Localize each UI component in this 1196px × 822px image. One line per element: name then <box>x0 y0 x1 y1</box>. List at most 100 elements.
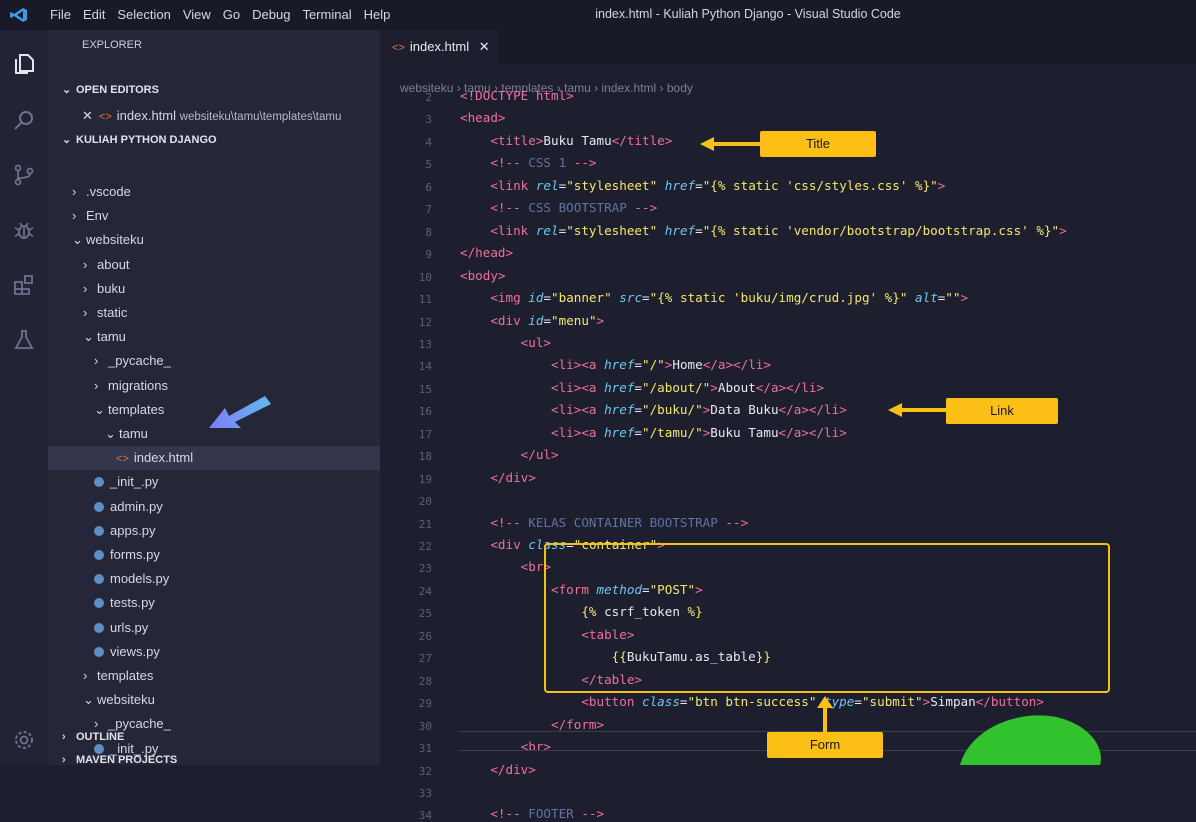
code-token: id <box>528 312 544 328</box>
code-line: <li><a href="/about/">About</a></li> <box>460 380 824 395</box>
code-token: <li><a <box>551 402 605 418</box>
test-flask-icon[interactable] <box>12 328 36 352</box>
code-token: = <box>695 222 703 238</box>
tab-close-icon[interactable]: ✕ <box>479 39 490 54</box>
code-token: "/buku/" <box>642 402 703 418</box>
line-number: 15 <box>418 382 432 396</box>
tree-item-models-py[interactable]: models.py <box>48 567 380 591</box>
breadcrumb-separator: › <box>656 81 667 95</box>
code-token: > <box>710 379 718 395</box>
line-number: 21 <box>418 517 432 531</box>
tree-item-websiteku[interactable]: ⌄ websiteku <box>48 688 380 712</box>
project-section[interactable]: ⌄ KULIAH PYTHON DJANGO <box>48 129 217 151</box>
line-number: 30 <box>418 719 432 733</box>
tab-index-html[interactable]: <> index.html ✕ <box>380 30 498 64</box>
code-token: > <box>1059 222 1067 238</box>
chevron-right-icon: › <box>83 305 88 320</box>
tree-item-label: Env <box>86 208 109 224</box>
chevron-down-icon: ⌄ <box>105 426 116 441</box>
tree-item-label: apps.py <box>110 522 156 538</box>
line-number: 6 <box>425 180 432 194</box>
files-icon[interactable] <box>12 52 36 76</box>
line-number: 19 <box>418 472 432 486</box>
line-number: 22 <box>418 540 432 553</box>
code-token: = <box>854 694 862 710</box>
tree-item-about[interactable]: › about <box>48 253 380 277</box>
breadcrumb-item[interactable]: body <box>667 81 693 95</box>
tree-item-forms-py[interactable]: forms.py <box>48 543 380 567</box>
maven-projects-section[interactable]: › MAVEN PROJECTS <box>48 749 177 771</box>
code-token: </ul> <box>520 447 559 463</box>
breadcrumb-item[interactable]: index.html <box>601 81 656 95</box>
tree-item-tests-py[interactable]: tests.py <box>48 591 380 615</box>
line-number: 31 <box>418 742 432 756</box>
window-title: index.html - Kuliah Python Django - Visu… <box>595 7 901 21</box>
tab-bar: <> index.html ✕ <box>380 30 1196 64</box>
line-number: 4 <box>425 135 432 149</box>
tree-item-label: templates <box>97 668 154 683</box>
link-annotation-label: Link <box>946 398 1058 424</box>
code-token: <img <box>490 290 529 306</box>
code-token: Buku Tamu <box>543 132 612 148</box>
debug-icon[interactable] <box>12 218 36 242</box>
tree-item-apps-py[interactable]: apps.py <box>48 519 380 543</box>
tree-item-admin-py[interactable]: admin.py <box>48 495 380 519</box>
extensions-icon[interactable] <box>12 273 36 297</box>
code-token: href <box>664 177 696 193</box>
code-token: "stylesheet" <box>566 222 658 238</box>
tree-item-buku[interactable]: › buku <box>48 277 380 301</box>
tree-item--init-py[interactable]: _init_.py <box>48 470 380 494</box>
tree-item-env[interactable]: › Env <box>48 204 380 228</box>
tree-item-websiteku[interactable]: ⌄ websiteku <box>48 228 380 252</box>
tree-item-views-py[interactable]: views.py <box>48 640 380 664</box>
code-line: <link rel="stylesheet" href="{% static '… <box>460 178 945 193</box>
code-token: Simpan <box>930 694 976 710</box>
open-editor-item[interactable]: ✕ <> index.html websiteku\tamu\templates\t… <box>48 104 380 128</box>
code-token: <link <box>490 177 536 193</box>
settings-gear-icon[interactable] <box>12 728 36 752</box>
close-icon[interactable]: ✕ <box>82 108 93 123</box>
python-file-icon <box>94 598 104 609</box>
chevron-right-icon: › <box>94 377 99 393</box>
code-token: <!-- <box>490 200 529 216</box>
source-control-icon[interactable] <box>12 163 36 187</box>
tree-item--pycache-[interactable]: › _pycache_ <box>48 349 380 373</box>
tree-item-urls-py[interactable]: urls.py <box>48 616 380 640</box>
line-number: 11 <box>418 293 432 307</box>
tree-item-label: tamu <box>119 426 148 441</box>
line-number: 16 <box>418 405 432 419</box>
html-file-icon: <> <box>116 453 129 466</box>
code-token: = <box>679 694 688 710</box>
code-token: > <box>960 290 969 306</box>
outline-section[interactable]: › OUTLINE <box>48 726 124 748</box>
python-file-icon <box>94 622 104 633</box>
code-token: "/" <box>642 357 665 373</box>
explorer-header: EXPLORER <box>82 39 142 51</box>
open-editors-section[interactable]: ⌄ OPEN EDITORS <box>48 79 159 101</box>
code-token: </div> <box>490 761 536 777</box>
html-file-icon: <> <box>392 42 405 54</box>
code-line: <div id="menu"> <box>460 313 604 328</box>
code-line: <!-- FOOTER --> <box>460 806 604 821</box>
tree-item-tamu[interactable]: ⌄ tamu <box>48 325 380 349</box>
pointer-arrow-icon <box>209 396 271 428</box>
code-line: <!-- CSS 1 --> <box>460 155 596 170</box>
code-token: = <box>634 357 643 373</box>
tree-item-templates[interactable]: › templates <box>48 664 380 688</box>
tree-item-label: models.py <box>110 571 170 587</box>
code-line: <head> <box>460 110 506 125</box>
search-icon[interactable] <box>12 108 36 132</box>
code-token: <ul> <box>520 334 552 350</box>
tree-item-static[interactable]: › static <box>48 301 380 325</box>
tree-item--vscode[interactable]: › .vscode <box>48 180 380 204</box>
code-token: = <box>634 424 643 440</box>
activity-bar <box>0 30 48 765</box>
tree-item-label: views.py <box>110 643 160 659</box>
tree-item-index-html[interactable]: <> index.html <box>48 446 380 471</box>
